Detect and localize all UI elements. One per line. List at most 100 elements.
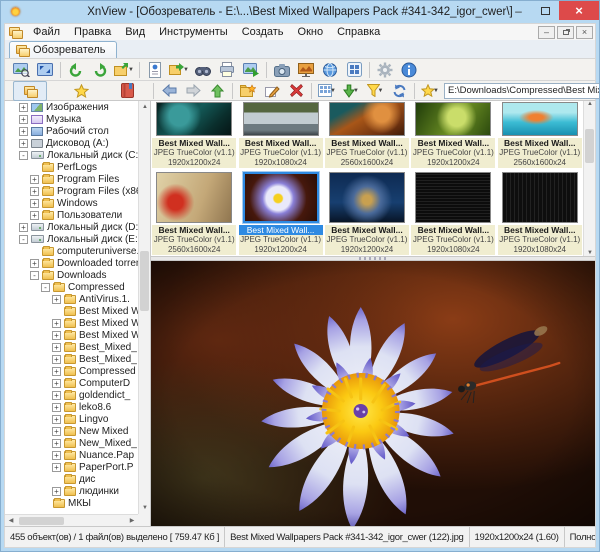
export-image-button[interactable]	[239, 60, 263, 80]
scroll-right-icon[interactable]: ▶	[126, 517, 138, 524]
expander-icon[interactable]: +	[52, 427, 61, 436]
expander-icon[interactable]: +	[19, 223, 28, 232]
tree-item-antivirus[interactable]: +AntiVirus.1.	[5, 293, 138, 305]
tree-vertical-scrollbar[interactable]: ▲ ▼	[138, 101, 150, 514]
thumbnail-item[interactable]: Best Mixed Wall...JPEG TrueColor (v1.1)1…	[410, 101, 496, 168]
thumbnail-item[interactable]: Best Mixed Wall...JPEG TrueColor (v1.1)2…	[151, 168, 237, 255]
delete-button[interactable]	[284, 81, 308, 101]
print-button[interactable]	[215, 60, 239, 80]
close-button[interactable]: ×	[559, 1, 599, 20]
tree-item-desktop[interactable]: +Рабочий стол	[5, 125, 138, 137]
tree-item-windows[interactable]: +Windows	[5, 197, 138, 209]
tree-item-best-mixed-4[interactable]: +Best_Mixed_	[5, 341, 138, 353]
fullscreen-button[interactable]	[33, 60, 57, 80]
scrollbar-thumb[interactable]	[585, 129, 594, 163]
thumbnail-image[interactable]	[243, 102, 319, 136]
expander-icon[interactable]: -	[30, 271, 39, 280]
expander-icon[interactable]: +	[52, 355, 61, 364]
favorites-button[interactable]	[69, 81, 93, 101]
thumbnail-item[interactable]: Best Mixed Wall...JPEG TrueColor (v1.1)1…	[237, 101, 323, 168]
forward-button[interactable]	[181, 81, 205, 101]
folder-tree[interactable]: +Изображения +Музыка +Рабочий стол +Диск…	[5, 101, 138, 514]
expander-icon[interactable]: -	[41, 283, 50, 292]
tree-item-users[interactable]: +Пользователи	[5, 209, 138, 221]
tree-item-lyudinki[interactable]: +людинки	[5, 485, 138, 497]
expander-icon[interactable]: +	[52, 415, 61, 424]
tree-item-music[interactable]: +Музыка	[5, 113, 138, 125]
thumbnail-item[interactable]: Best Mixed Wall...JPEG TrueColor (v1.1)1…	[497, 168, 583, 255]
expander-icon[interactable]: +	[52, 439, 61, 448]
menu-create[interactable]: Создать	[235, 24, 291, 40]
expander-icon[interactable]: +	[52, 343, 61, 352]
batch-button[interactable]	[342, 60, 366, 80]
capture-button[interactable]	[270, 60, 294, 80]
copy-move-button[interactable]: ▼	[167, 60, 191, 80]
thumbnail-image[interactable]	[415, 102, 491, 136]
edit-button[interactable]	[260, 81, 284, 101]
tree-item-dis[interactable]: дис	[5, 473, 138, 485]
tree-item-mkw[interactable]: МКЫ	[5, 497, 138, 509]
menu-edit[interactable]: Правка	[67, 24, 118, 40]
thumbnail-item[interactable]: Best Mixed Wall...JPEG TrueColor (v1.1)1…	[324, 168, 410, 255]
expander-icon[interactable]: +	[52, 319, 61, 328]
thumbnail-vertical-scrollbar[interactable]: ▲ ▼	[583, 101, 595, 256]
thumbnail-item[interactable]: Best Mixed Wall...JPEG TrueColor (v1.1)2…	[497, 101, 583, 168]
expander-icon[interactable]: +	[52, 391, 61, 400]
menu-view[interactable]: Вид	[118, 24, 152, 40]
thumbnail-image[interactable]	[156, 102, 232, 136]
expander-icon[interactable]: +	[52, 463, 61, 472]
thumbnail-item[interactable]: Best Mixed Wall...JPEG TrueColor (v1.1)2…	[324, 101, 410, 168]
sort-button[interactable]: ▼	[339, 81, 363, 101]
expander-icon[interactable]: +	[30, 199, 39, 208]
tree-item-program-files[interactable]: +Program Files	[5, 173, 138, 185]
tree-item-compressed[interactable]: -Compressed	[5, 281, 138, 293]
menu-window[interactable]: Окно	[291, 24, 331, 40]
thumbnail-image[interactable]	[329, 102, 405, 136]
thumbnail-image[interactable]	[156, 172, 232, 223]
tree-item-compressed-sub[interactable]: +Compressed	[5, 365, 138, 377]
maximize-button[interactable]	[532, 1, 559, 20]
thumbnail-item[interactable]: Best Mixed Wall...JPEG TrueColor (v1.1)1…	[151, 101, 237, 168]
expander-icon[interactable]: +	[52, 379, 61, 388]
scroll-up-icon[interactable]: ▲	[584, 101, 595, 107]
tree-item-new-mixed[interactable]: +New Mixed	[5, 425, 138, 437]
folders-pane-button[interactable]	[13, 81, 47, 101]
thumbnail-image[interactable]	[502, 172, 578, 223]
thumbnail-image[interactable]	[502, 102, 578, 136]
tree-item-pictures[interactable]: +Изображения	[5, 101, 138, 113]
menu-file[interactable]: Файл	[26, 24, 67, 40]
scroll-down-icon[interactable]: ▼	[139, 502, 151, 514]
tree-item-downloaded-torrent[interactable]: +Downloaded torrent	[5, 257, 138, 269]
refresh-button[interactable]	[387, 81, 411, 101]
preview-pane[interactable]	[151, 261, 595, 526]
file-info-button[interactable]	[143, 60, 167, 80]
tree-item-best-mixed-1[interactable]: Best Mixed W	[5, 305, 138, 317]
new-folder-button[interactable]	[236, 81, 260, 101]
tree-item-lingvo[interactable]: +Lingvo	[5, 413, 138, 425]
mdi-restore-button[interactable]	[557, 26, 574, 39]
settings-button[interactable]	[373, 60, 397, 80]
tree-item-computerd[interactable]: +ComputerD	[5, 377, 138, 389]
thumbnail-item[interactable]: Best Mixed Wall...JPEG TrueColor (v1.1)1…	[410, 168, 496, 255]
back-button[interactable]	[157, 81, 181, 101]
tree-item-goldendict[interactable]: +goldendict_	[5, 389, 138, 401]
tree-item-drive-e[interactable]: -Локальный диск (E:)	[5, 233, 138, 245]
tree-item-paperport[interactable]: +PaperPort.P	[5, 461, 138, 473]
address-bar[interactable]: E:\Downloads\Compressed\Best Mixed Wallp…	[444, 83, 600, 99]
expander-icon[interactable]: +	[52, 487, 61, 496]
convert-button[interactable]: ▼	[112, 60, 136, 80]
tree-item-drive-a[interactable]: +Дисковод (A:)	[5, 137, 138, 149]
expander-icon[interactable]: +	[19, 139, 28, 148]
expander-icon[interactable]: +	[30, 211, 39, 220]
up-button[interactable]	[205, 81, 229, 101]
tree-item-drive-d[interactable]: +Локальный диск (D:)	[5, 221, 138, 233]
scrollbar-thumb[interactable]	[19, 517, 64, 525]
menu-tools[interactable]: Инструменты	[152, 24, 235, 40]
slideshow-button[interactable]	[294, 60, 318, 80]
scroll-down-icon[interactable]: ▼	[584, 250, 595, 256]
bookmark-button[interactable]	[115, 81, 139, 101]
about-button[interactable]	[397, 60, 421, 80]
expander-icon[interactable]: +	[52, 451, 61, 460]
thumbnail-image[interactable]	[329, 172, 405, 223]
scroll-left-icon[interactable]: ◀	[5, 517, 17, 524]
